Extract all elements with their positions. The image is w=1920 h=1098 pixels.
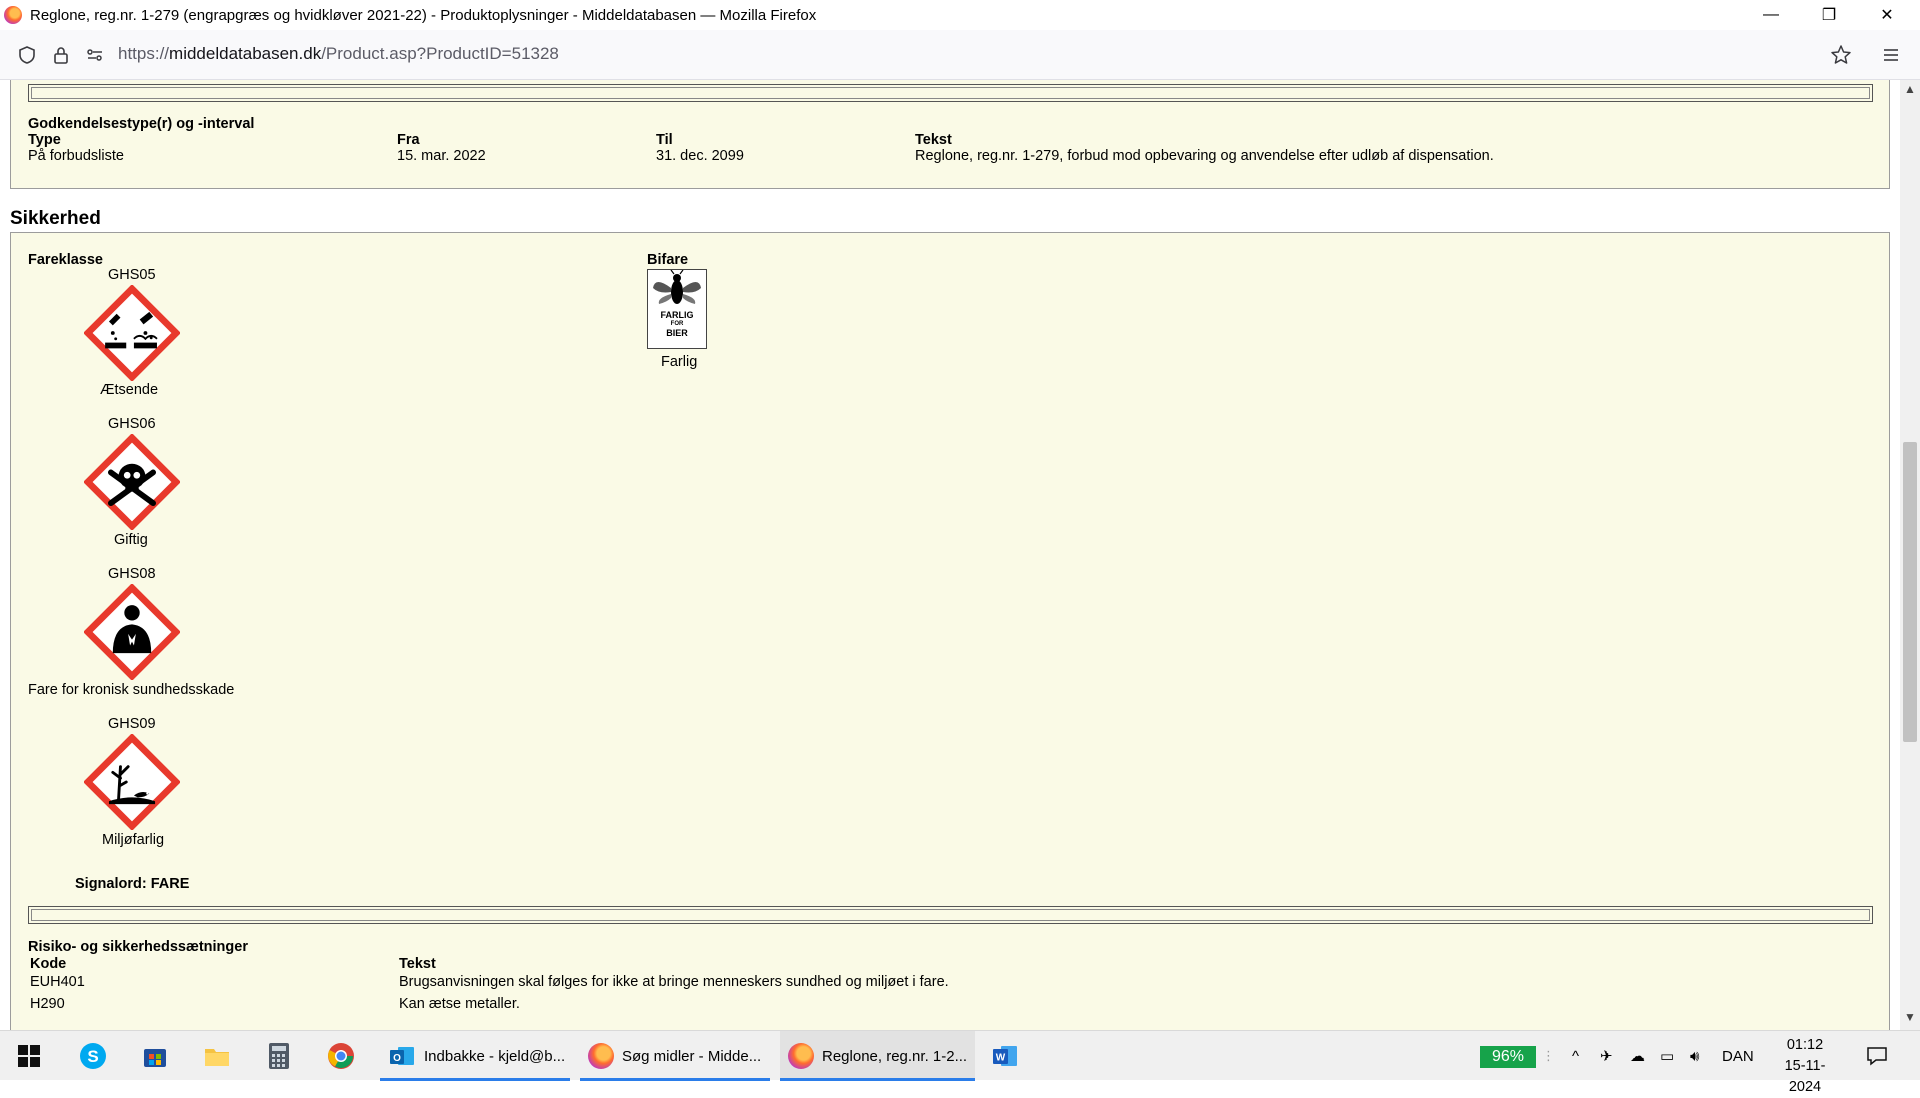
svg-text:S: S [87, 1047, 98, 1066]
approval-from: 15. mar. 2022 [397, 148, 486, 164]
firefox-logo-icon [4, 6, 22, 24]
health-hazard-icon [83, 583, 181, 681]
word-icon[interactable]: W [988, 1039, 1022, 1073]
chrome-icon[interactable] [324, 1039, 358, 1073]
col-code-header: Kode [30, 956, 67, 972]
taskbar-app-label: Søg midler - Midde... [622, 1047, 762, 1065]
phrase-text: Kan ætse metaller. [399, 996, 520, 1012]
page-scrollbar[interactable]: ▲ ▼ [1900, 80, 1920, 1030]
taskbar-app-label: Reglone, reg.nr. 1-2... [822, 1047, 968, 1065]
ghs06-label: Giftig [114, 532, 148, 548]
svg-text:W: W [996, 1053, 1006, 1064]
taskbar-app-firefox-2[interactable]: Reglone, reg.nr. 1-2... [780, 1031, 975, 1081]
hazard-class-label: Fareklasse [28, 252, 103, 268]
bee-hazard-label: Bifare [647, 252, 689, 268]
bee-sign-line3: BIER [666, 328, 688, 338]
bee-icon [653, 270, 701, 304]
ghs06-code: GHS06 [108, 416, 156, 432]
device-icon[interactable]: ▭ [1660, 1031, 1674, 1081]
corrosive-icon [83, 284, 181, 382]
clock-time: 01:12 [1786, 1037, 1824, 1053]
ghs08-code: GHS08 [108, 566, 156, 582]
battery-indicator[interactable]: 96% [1480, 1046, 1536, 1068]
bee-sign-line1: FARLIG [660, 310, 694, 320]
safety-heading: Sikkerhed [10, 208, 101, 229]
microsoft-store-icon[interactable] [138, 1039, 172, 1073]
bee-hazard-sign: FARLIG FOR BIER [647, 269, 707, 349]
cloud-icon[interactable]: ☁ [1630, 1031, 1645, 1081]
signal-word: Signalord: FARE [75, 876, 190, 892]
hamburger-menu-icon[interactable] [1876, 40, 1906, 70]
window-title: Reglone, reg.nr. 1-279 (engrapgræs og hv… [30, 6, 817, 24]
maximize-button[interactable]: ❐ [1800, 0, 1858, 30]
safety-section: Fareklasse Bifare GHS05 Ætsende GHS06 Gi… [10, 232, 1890, 1030]
scroll-up-icon[interactable]: ▲ [1904, 82, 1916, 96]
airplane-icon[interactable]: ✈ [1600, 1031, 1613, 1081]
environment-icon [83, 733, 181, 831]
notifications-icon[interactable] [1866, 1031, 1888, 1081]
ghs08-label: Fare for kronisk sundhedsskade [28, 682, 235, 698]
col-text-header: Tekst [915, 132, 952, 148]
navigation-bar: https://middeldatabasen.dk/Product.asp?P… [0, 30, 1920, 80]
separator-bar [28, 906, 1873, 924]
phrase-text: Brugsanvisningen skal følges for ikke at… [399, 974, 949, 990]
title-bar: Reglone, reg.nr. 1-279 (engrapgræs og hv… [0, 0, 1920, 30]
clock-date: 15-11-2024 [1784, 1058, 1826, 1095]
approval-heading: Godkendelsestype(r) og -interval [28, 116, 255, 132]
phrases-heading: Risiko- og sikkerhedssætninger [28, 939, 248, 955]
calculator-icon[interactable] [262, 1039, 296, 1073]
bee-sign-line2: FOR [670, 321, 684, 327]
approval-section: Godkendelsestype(r) og -interval Type Fr… [10, 80, 1890, 189]
close-button[interactable]: ✕ [1858, 0, 1916, 30]
phrase-code: EUH401 [30, 974, 85, 990]
system-clock[interactable]: 01:12 15-11-2024 [1770, 1035, 1840, 1098]
url-scheme: https:// [118, 44, 170, 63]
url-host: middeldatabasen.dk [169, 44, 322, 63]
outlook-icon: O [390, 1047, 414, 1065]
firefox-icon [588, 1043, 614, 1069]
tracking-protection-shield-icon[interactable] [12, 40, 42, 70]
ghs05-label: Ætsende [100, 382, 159, 398]
taskbar: S O Indbakke - kjeld@b... Søg midler - M… [0, 1030, 1920, 1095]
col-phrase-text-header: Tekst [399, 956, 436, 972]
bee-hazard-value: Farlig [661, 354, 698, 370]
skull-crossbones-icon [83, 433, 181, 531]
svg-text:O: O [393, 1053, 401, 1064]
taskbar-app-outlook[interactable]: O Indbakke - kjeld@b... [380, 1031, 570, 1081]
approval-type: På forbudsliste [28, 148, 124, 164]
scroll-down-icon[interactable]: ▼ [1904, 1010, 1916, 1024]
col-from-header: Fra [397, 132, 420, 148]
chevron-up-icon[interactable]: ^ [1572, 1031, 1579, 1081]
ghs05-code: GHS05 [108, 267, 156, 283]
skype-icon[interactable]: S [76, 1039, 110, 1073]
address-bar[interactable]: https://middeldatabasen.dk/Product.asp?P… [118, 44, 559, 64]
ghs09-code: GHS09 [108, 716, 156, 732]
taskbar-app-label: Indbakke - kjeld@b... [424, 1047, 566, 1065]
firefox-icon [788, 1043, 814, 1069]
speaker-icon[interactable]: 🔊︎ [1690, 1031, 1699, 1081]
approval-text: Reglone, reg.nr. 1-279, forbud mod opbev… [915, 148, 1494, 164]
minimize-button[interactable]: — [1742, 0, 1800, 30]
scrollbar-thumb[interactable] [1903, 442, 1917, 742]
bookmark-star-icon[interactable] [1826, 40, 1856, 70]
phrase-code: H290 [30, 996, 65, 1012]
taskbar-app-firefox-1[interactable]: Søg midler - Midde... [580, 1031, 770, 1081]
language-indicator[interactable]: DAN [1722, 1031, 1754, 1081]
col-to-header: Til [656, 132, 673, 148]
url-path: /Product.asp?ProductID=51328 [321, 44, 559, 63]
lock-icon[interactable] [46, 40, 76, 70]
permissions-icon[interactable] [80, 40, 110, 70]
windows-start-icon[interactable] [12, 1039, 46, 1073]
approval-to: 31. dec. 2099 [656, 148, 744, 164]
tray-icon-slot: ⋮ [1542, 1048, 1555, 1063]
col-type-header: Type [28, 132, 61, 148]
file-explorer-icon[interactable] [200, 1039, 234, 1073]
ghs09-label: Miljøfarlig [102, 832, 165, 848]
page-content: Godkendelsestype(r) og -interval Type Fr… [0, 80, 1900, 1030]
separator-bar [28, 84, 1873, 102]
